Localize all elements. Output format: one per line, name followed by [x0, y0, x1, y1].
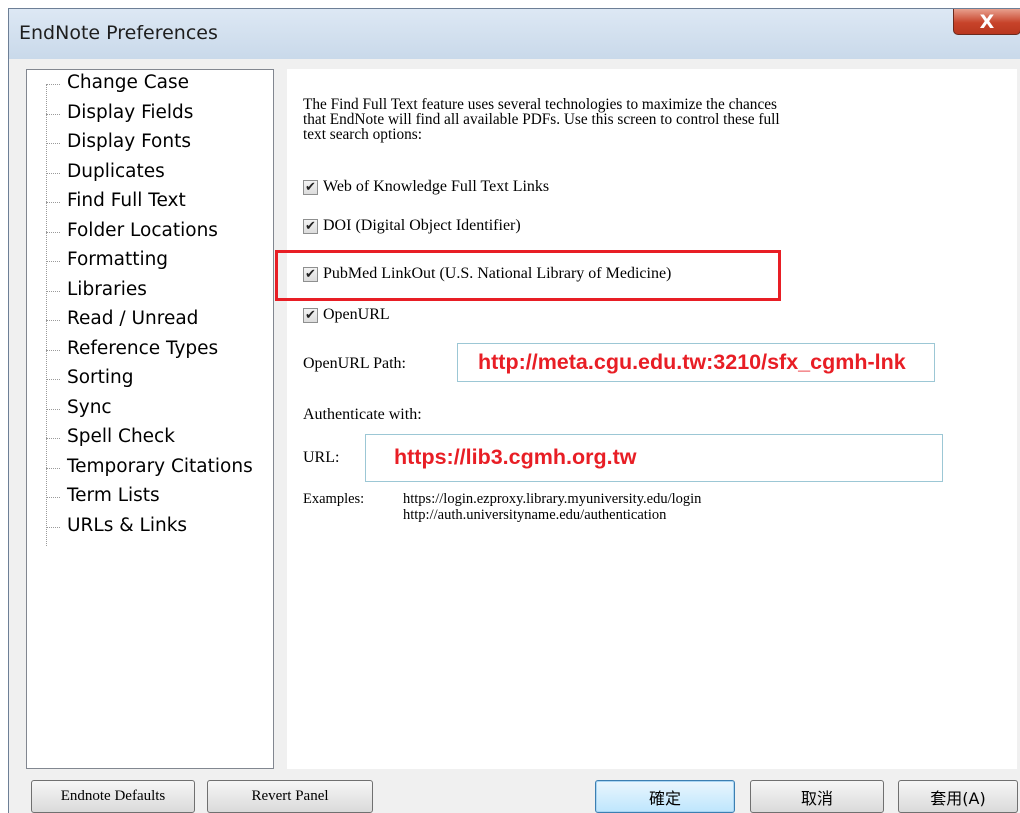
tree-item-change-case[interactable]: Change Case	[67, 72, 189, 93]
tree-branch	[46, 291, 60, 292]
tree-branch	[46, 320, 60, 321]
tree-item-libraries[interactable]: Libraries	[67, 279, 147, 300]
tree-branch	[46, 468, 60, 469]
option-pubmed-linkout[interactable]: ✔ PubMed LinkOut (U.S. National Library …	[303, 265, 671, 283]
endnote-defaults-button[interactable]: Endnote Defaults	[31, 780, 195, 813]
option-label: PubMed LinkOut (U.S. National Library of…	[323, 265, 672, 282]
tree-branch	[46, 261, 60, 262]
tree-item-urls-links[interactable]: URLs & Links	[67, 515, 187, 536]
tree-branch	[46, 379, 60, 380]
openurl-path-label: OpenURL Path:	[303, 355, 406, 372]
option-label: Web of Knowledge Full Text Links	[323, 178, 550, 195]
tree-item-sync[interactable]: Sync	[67, 397, 112, 418]
preferences-window: EndNote Preferences X Change Case Displa…	[8, 8, 1020, 813]
example-url: http://auth.universityname.edu/authentic…	[403, 507, 667, 523]
close-icon: X	[979, 10, 995, 33]
revert-panel-button[interactable]: Revert Panel	[207, 780, 373, 813]
tree-branch	[46, 497, 60, 498]
checkbox-checked-icon[interactable]: ✔	[303, 266, 318, 282]
description-line: The Find Full Text feature uses several …	[303, 96, 777, 113]
panel-description: The Find Full Text feature uses several …	[303, 97, 923, 142]
tree-branch	[46, 232, 60, 233]
close-button[interactable]: X	[953, 9, 1020, 35]
checkbox-checked-icon[interactable]: ✔	[303, 218, 318, 234]
checkbox-checked-icon[interactable]: ✔	[303, 179, 318, 195]
preferences-tree[interactable]: Change Case Display Fields Display Fonts…	[26, 69, 274, 769]
checkbox-checked-icon[interactable]: ✔	[303, 307, 318, 323]
tree-item-display-fields[interactable]: Display Fields	[67, 102, 193, 123]
tree-branch	[46, 143, 60, 144]
tree-item-duplicates[interactable]: Duplicates	[67, 161, 165, 182]
authenticate-label: Authenticate with:	[303, 406, 422, 423]
url-value: https://lib3.cgmh.org.tw	[394, 445, 637, 469]
example-url: https://login.ezproxy.library.myuniversi…	[403, 491, 702, 507]
option-web-of-knowledge[interactable]: ✔ Web of Knowledge Full Text Links	[303, 178, 549, 196]
cancel-button[interactable]: 取消	[750, 780, 884, 813]
tree-connector-line	[46, 84, 47, 546]
title-bar[interactable]: EndNote Preferences X	[9, 9, 1020, 59]
tree-branch	[46, 173, 60, 174]
tree-branch	[46, 527, 60, 528]
openurl-path-value: http://meta.cgu.edu.tw:3210/sfx_cgmh-lnk	[478, 350, 906, 374]
tree-item-formatting[interactable]: Formatting	[67, 249, 168, 270]
tree-branch	[46, 114, 60, 115]
tree-item-folder-locations[interactable]: Folder Locations	[67, 220, 218, 241]
ok-button[interactable]: 確定	[595, 780, 735, 813]
find-full-text-panel: The Find Full Text feature uses several …	[275, 69, 1017, 769]
tree-item-term-lists[interactable]: Term Lists	[67, 485, 160, 506]
option-label: OpenURL	[323, 306, 390, 323]
tree-item-temporary-citations[interactable]: Temporary Citations	[67, 456, 253, 477]
option-doi[interactable]: ✔ DOI (Digital Object Identifier)	[303, 217, 521, 235]
url-label: URL:	[303, 449, 340, 466]
tree-branch	[46, 350, 60, 351]
tree-item-reference-types[interactable]: Reference Types	[67, 338, 218, 359]
description-line: text search options:	[303, 126, 422, 143]
tree-branch	[46, 202, 60, 203]
window-title: EndNote Preferences	[19, 22, 218, 44]
tree-branch	[46, 438, 60, 439]
tree-item-find-full-text[interactable]: Find Full Text	[67, 190, 186, 211]
tree-item-spell-check[interactable]: Spell Check	[67, 426, 175, 447]
tree-branch	[46, 409, 60, 410]
option-openurl[interactable]: ✔ OpenURL	[303, 306, 390, 324]
tree-item-read-unread[interactable]: Read / Unread	[67, 308, 198, 329]
tree-branch	[46, 84, 60, 85]
tree-item-sorting[interactable]: Sorting	[67, 367, 134, 388]
apply-button[interactable]: 套用(A)	[898, 780, 1018, 813]
tree-item-display-fonts[interactable]: Display Fonts	[67, 131, 191, 152]
description-line: that EndNote will find all available PDF…	[303, 111, 780, 128]
examples-label: Examples:	[303, 491, 365, 507]
dialog-body: Change Case Display Fields Display Fonts…	[9, 59, 1020, 813]
option-label: DOI (Digital Object Identifier)	[323, 217, 521, 234]
